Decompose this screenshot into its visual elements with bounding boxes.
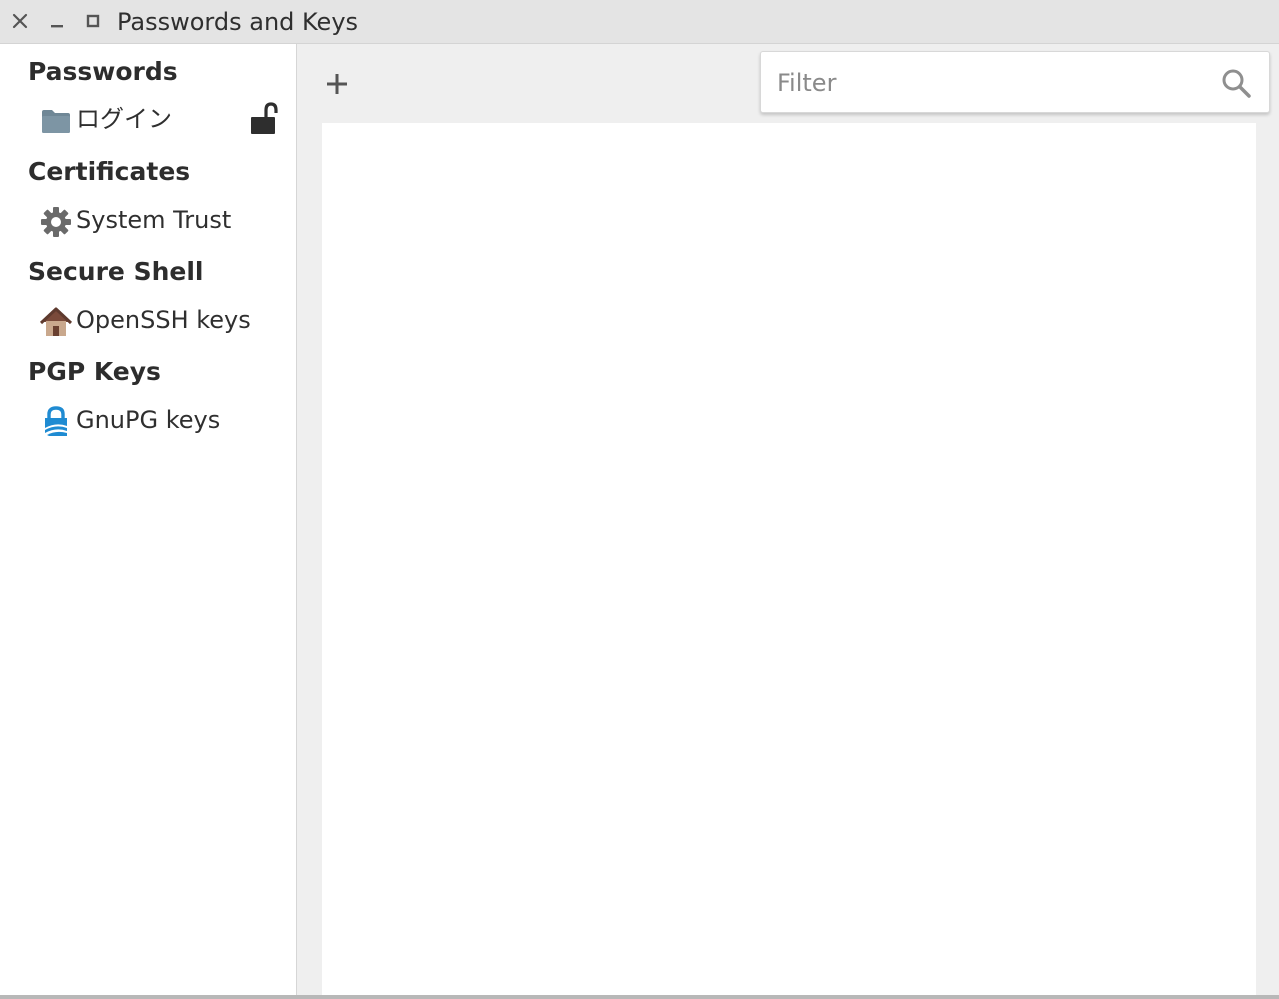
sidebar: Passwords ログイン Certificates System Trust… xyxy=(0,44,297,995)
plus-icon xyxy=(327,74,347,94)
title-bar: Passwords and Keys xyxy=(0,0,1279,44)
sidebar-item-system-trust[interactable]: System Trust xyxy=(36,201,286,241)
sidebar-item-label: ログイン xyxy=(76,105,172,133)
sidebar-item-label: System Trust xyxy=(76,206,232,234)
section-header-secure-shell: Secure Shell xyxy=(28,257,204,286)
minimize-window-button[interactable] xyxy=(43,6,71,36)
unlocked-padlock-icon[interactable] xyxy=(248,100,280,138)
home-icon xyxy=(38,305,74,339)
gear-icon xyxy=(38,205,74,239)
maximize-window-button[interactable] xyxy=(79,6,107,36)
sidebar-item-openssh-keys[interactable]: OpenSSH keys xyxy=(36,301,286,341)
main-panel xyxy=(297,44,1279,995)
sidebar-item-login-keyring[interactable]: ログイン xyxy=(36,100,286,140)
sidebar-item-gnupg-keys[interactable]: GnuPG keys xyxy=(36,401,286,441)
add-button[interactable] xyxy=(319,66,355,102)
app-window: Passwords and Keys Passwords ログイン Certif… xyxy=(0,0,1279,999)
sidebar-item-label: GnuPG keys xyxy=(76,406,221,434)
gnupg-icon xyxy=(38,405,74,439)
close-icon xyxy=(12,13,28,29)
search-icon[interactable] xyxy=(1221,68,1251,98)
close-window-button[interactable] xyxy=(6,6,34,36)
section-header-passwords: Passwords xyxy=(28,57,178,86)
sidebar-item-label: OpenSSH keys xyxy=(76,306,251,334)
window-title: Passwords and Keys xyxy=(117,8,359,36)
filter-input[interactable] xyxy=(775,64,1209,102)
maximize-icon xyxy=(86,14,100,28)
section-header-pgp-keys: PGP Keys xyxy=(28,357,161,386)
filter-field[interactable] xyxy=(760,51,1270,113)
folder-icon xyxy=(38,104,74,138)
items-list-area xyxy=(322,123,1256,995)
section-header-certificates: Certificates xyxy=(28,157,191,186)
minimize-icon xyxy=(51,25,63,28)
window-bottom-border xyxy=(0,995,1279,999)
